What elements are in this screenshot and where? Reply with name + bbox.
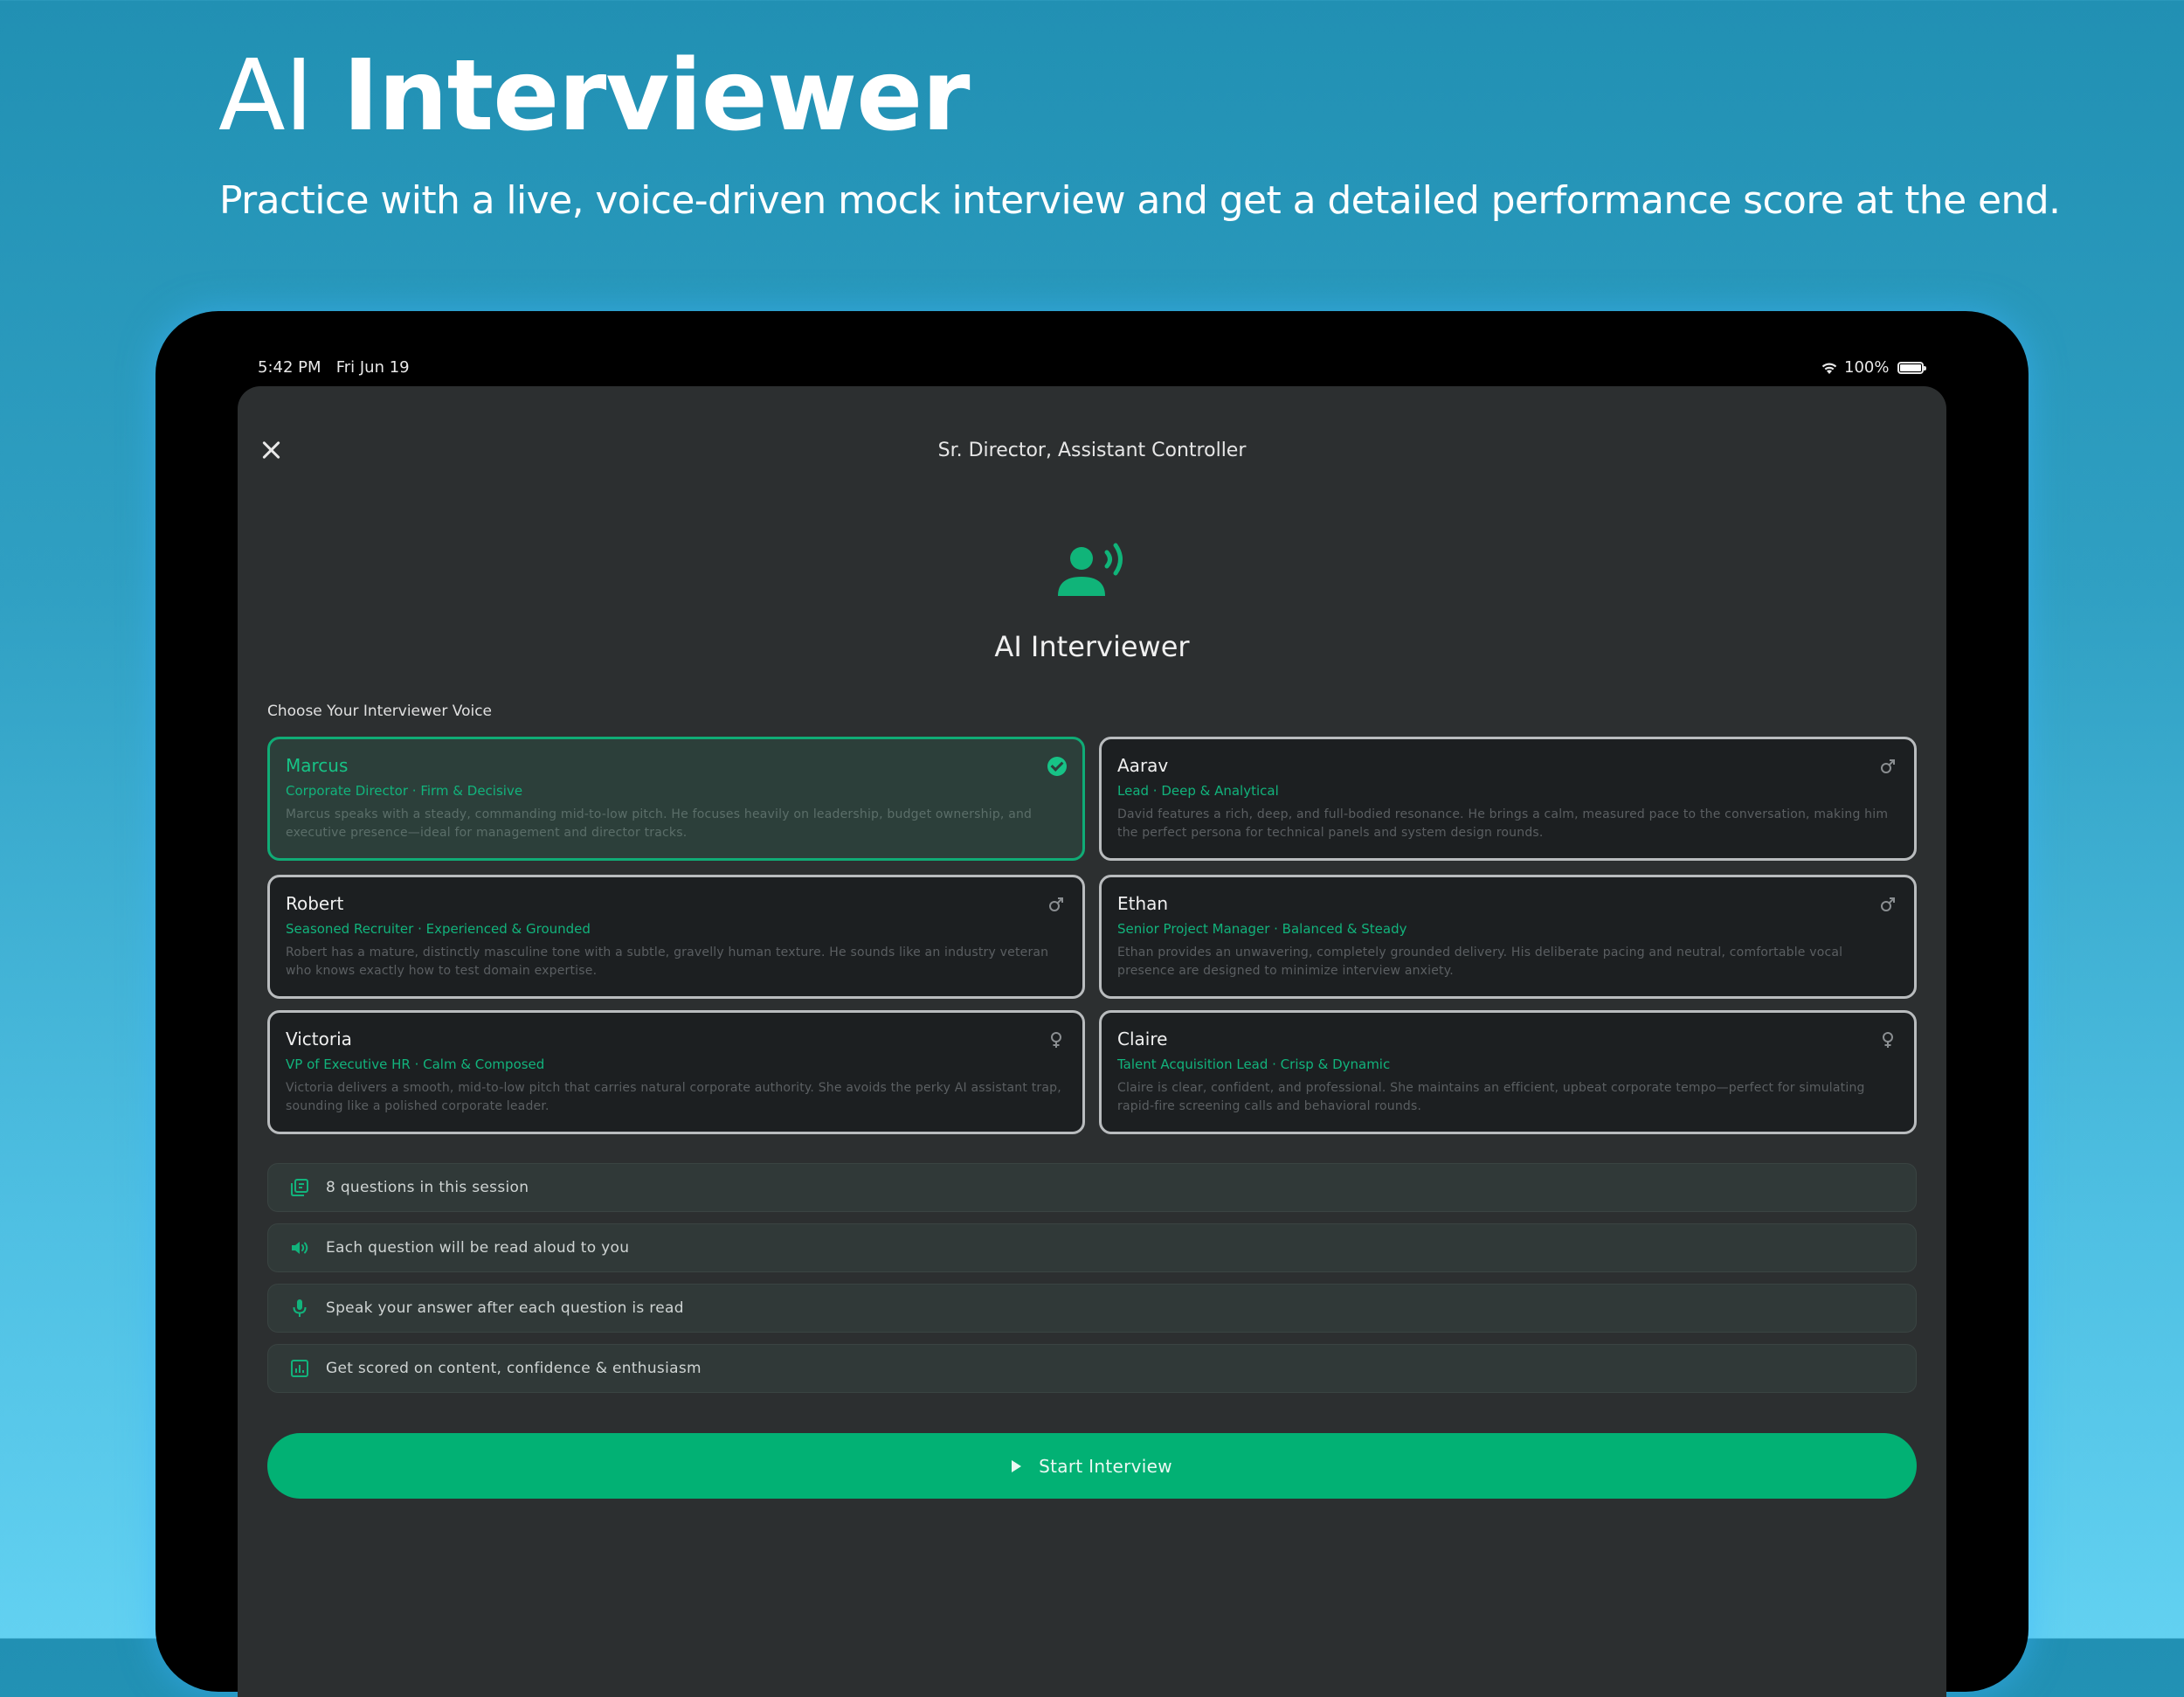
- voice-role: Senior Project Manager · Balanced & Stea…: [1117, 921, 1407, 937]
- voice-name: Robert: [286, 893, 344, 914]
- male-icon: [1049, 897, 1063, 911]
- voice-card-claire[interactable]: Claire Talent Acquisition Lead · Crisp &…: [1099, 1010, 1917, 1134]
- voice-description: Victoria delivers a smooth, mid-to-low p…: [286, 1081, 1061, 1113]
- voice-card-marcus[interactable]: Marcus Corporate Director · Firm & Decis…: [267, 737, 1085, 861]
- voice-card-victoria[interactable]: Victoria VP of Executive HR · Calm & Com…: [267, 1010, 1085, 1134]
- question-stack-icon: [291, 1179, 308, 1196]
- voice-name: Ethan: [1117, 893, 1169, 914]
- voice-role: Seasoned Recruiter · Experienced & Groun…: [286, 921, 591, 937]
- battery-percent: 100%: [1844, 358, 1890, 377]
- voice-description: Claire is clear, confident, and professi…: [1117, 1081, 1865, 1113]
- voice-card-robert[interactable]: Robert Seasoned Recruiter · Experienced …: [267, 875, 1085, 999]
- panel-title: AI Interviewer: [994, 630, 1190, 663]
- hero-title: AI Interviewer: [218, 35, 970, 157]
- battery-icon: [1897, 361, 1927, 374]
- hero-title-bold: Interviewer: [342, 39, 970, 153]
- voice-description: Ethan provides an unwavering, completely…: [1117, 945, 1843, 978]
- female-icon: [1883, 1032, 1893, 1048]
- sheet-title: Sr. Director, Assistant Controller: [937, 440, 1247, 461]
- info-text: Speak your answer after each question is…: [326, 1299, 684, 1317]
- hero-subtitle: Practice with a live, voice-driven mock …: [219, 178, 2061, 223]
- info-row-speak-answer: Speak your answer after each question is…: [267, 1284, 1917, 1333]
- info-text: Each question will be read aloud to you: [326, 1239, 630, 1257]
- status-time: 5:42 PM: [258, 358, 321, 377]
- check-circle-icon: [1047, 757, 1067, 776]
- info-row-questions: 8 questions in this session: [267, 1163, 1917, 1212]
- play-icon: [1012, 1459, 1022, 1472]
- voice-card-ethan[interactable]: Ethan Senior Project Manager · Balanced …: [1099, 875, 1917, 999]
- status-bar-right: 100%: [1820, 358, 1927, 377]
- info-row-read-aloud: Each question will be read aloud to you: [267, 1223, 1917, 1272]
- microphone-icon: [293, 1299, 307, 1317]
- speaking-person-icon: [1058, 543, 1123, 596]
- voice-description: Marcus speaks with a steady, commanding …: [286, 807, 1033, 840]
- female-icon: [1051, 1032, 1061, 1048]
- voice-name: Marcus: [286, 755, 349, 776]
- voice-role: Corporate Director · Firm & Decisive: [286, 783, 523, 799]
- male-icon: [1881, 897, 1895, 911]
- start-interview-button[interactable]: Start Interview: [267, 1433, 1917, 1499]
- voice-role: Talent Acquisition Lead · Crisp & Dynami…: [1117, 1056, 1391, 1072]
- start-interview-label: Start Interview: [1039, 1455, 1172, 1477]
- score-chart-icon: [291, 1360, 308, 1377]
- voice-role: VP of Executive HR · Calm & Composed: [286, 1056, 545, 1072]
- voice-role: Lead · Deep & Analytical: [1117, 783, 1279, 799]
- info-row-scoring: Get scored on content, confidence & enth…: [267, 1344, 1917, 1393]
- male-icon: [1881, 759, 1895, 773]
- wifi-icon: [1821, 363, 1837, 374]
- choose-voice-label: Choose Your Interviewer Voice: [267, 703, 493, 720]
- status-bar-time: 5:42 PM Fri Jun 19: [258, 358, 410, 377]
- info-text: Get scored on content, confidence & enth…: [326, 1360, 702, 1377]
- voice-description: Robert has a mature, distinctly masculin…: [286, 945, 1049, 978]
- status-date: Fri Jun 19: [335, 358, 410, 377]
- voice-name: Aarav: [1117, 755, 1169, 776]
- hero-title-light: AI: [218, 39, 314, 153]
- speaker-icon: [292, 1242, 308, 1254]
- voice-name: Claire: [1117, 1029, 1168, 1049]
- voice-name: Victoria: [286, 1029, 352, 1049]
- voice-card-aarav[interactable]: Aarav Lead · Deep & Analytical David fea…: [1099, 737, 1917, 861]
- voice-description: David features a rich, deep, and full-bo…: [1117, 807, 1889, 840]
- info-text: 8 questions in this session: [326, 1179, 529, 1196]
